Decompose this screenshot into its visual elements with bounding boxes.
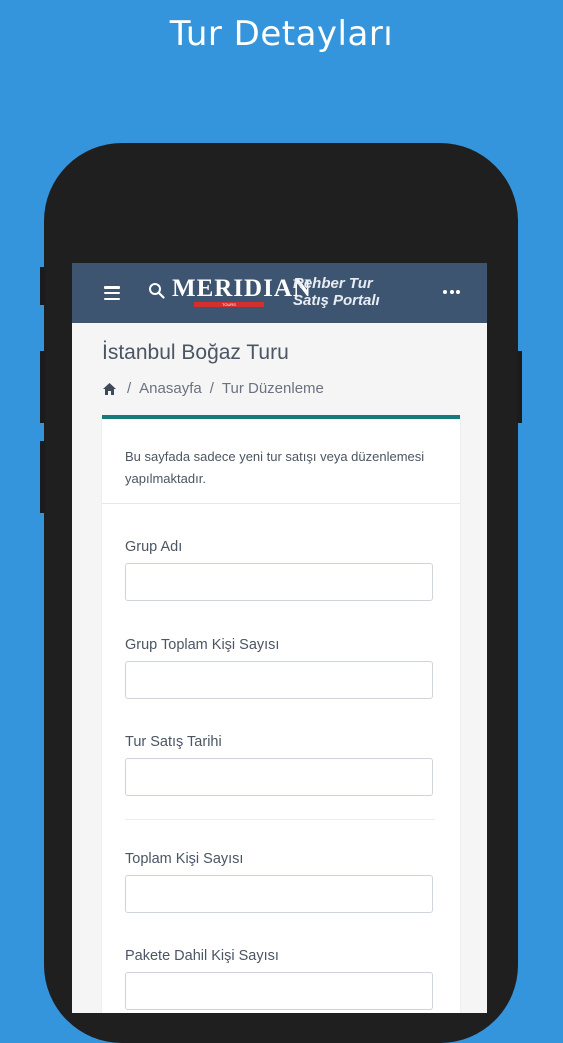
hamburger-icon[interactable] [104, 286, 120, 301]
tour-form-card: Bu sayfada sadece yeni tur satışı veya d… [102, 415, 460, 1013]
total-people-input[interactable] [125, 875, 433, 913]
notice-divider [102, 503, 460, 504]
portal-name: Rehber Tur Satış Portalı [293, 275, 380, 309]
breadcrumb-separator: / [127, 380, 132, 397]
promo-title: Tur Detayları [169, 14, 394, 54]
phone-side-button-volume-down [40, 441, 45, 513]
meridian-logo[interactable]: MERIDIAN TOURS [172, 276, 311, 310]
tour-sale-date-input[interactable] [125, 758, 433, 796]
top-navbar: MERIDIAN TOURS Rehber Tur Satış Portalı [72, 263, 487, 323]
package-people-label: Pakete Dahil Kişi Sayısı [125, 948, 279, 964]
phone-side-button-power [517, 351, 522, 423]
page-title: İstanbul Boğaz Turu [102, 341, 289, 364]
group-total-people-input[interactable] [125, 661, 433, 699]
app-screen: MERIDIAN TOURS Rehber Tur Satış Portalı … [72, 263, 487, 1013]
breadcrumb: / Anasayfa / Tur Düzenleme [102, 380, 324, 397]
group-name-input[interactable] [125, 563, 433, 601]
form-notice: Bu sayfada sadece yeni tur satışı veya d… [125, 449, 425, 486]
breadcrumb-separator: / [209, 380, 214, 397]
package-people-input[interactable] [125, 972, 433, 1010]
search-icon[interactable] [148, 282, 166, 300]
more-icon[interactable] [443, 290, 460, 294]
phone-side-button-silent [40, 267, 45, 305]
group-total-people-label: Grup Toplam Kişi Sayısı [125, 637, 280, 653]
section-divider [125, 819, 435, 820]
home-icon[interactable] [102, 382, 117, 396]
total-people-label: Toplam Kişi Sayısı [125, 851, 244, 867]
phone-side-button-volume-up [40, 351, 45, 423]
breadcrumb-home-link[interactable]: Anasayfa [139, 380, 202, 397]
breadcrumb-current: Tur Düzenleme [221, 380, 324, 397]
group-name-label: Grup Adı [125, 539, 183, 555]
tour-sale-date-label: Tur Satış Tarihi [125, 734, 222, 750]
